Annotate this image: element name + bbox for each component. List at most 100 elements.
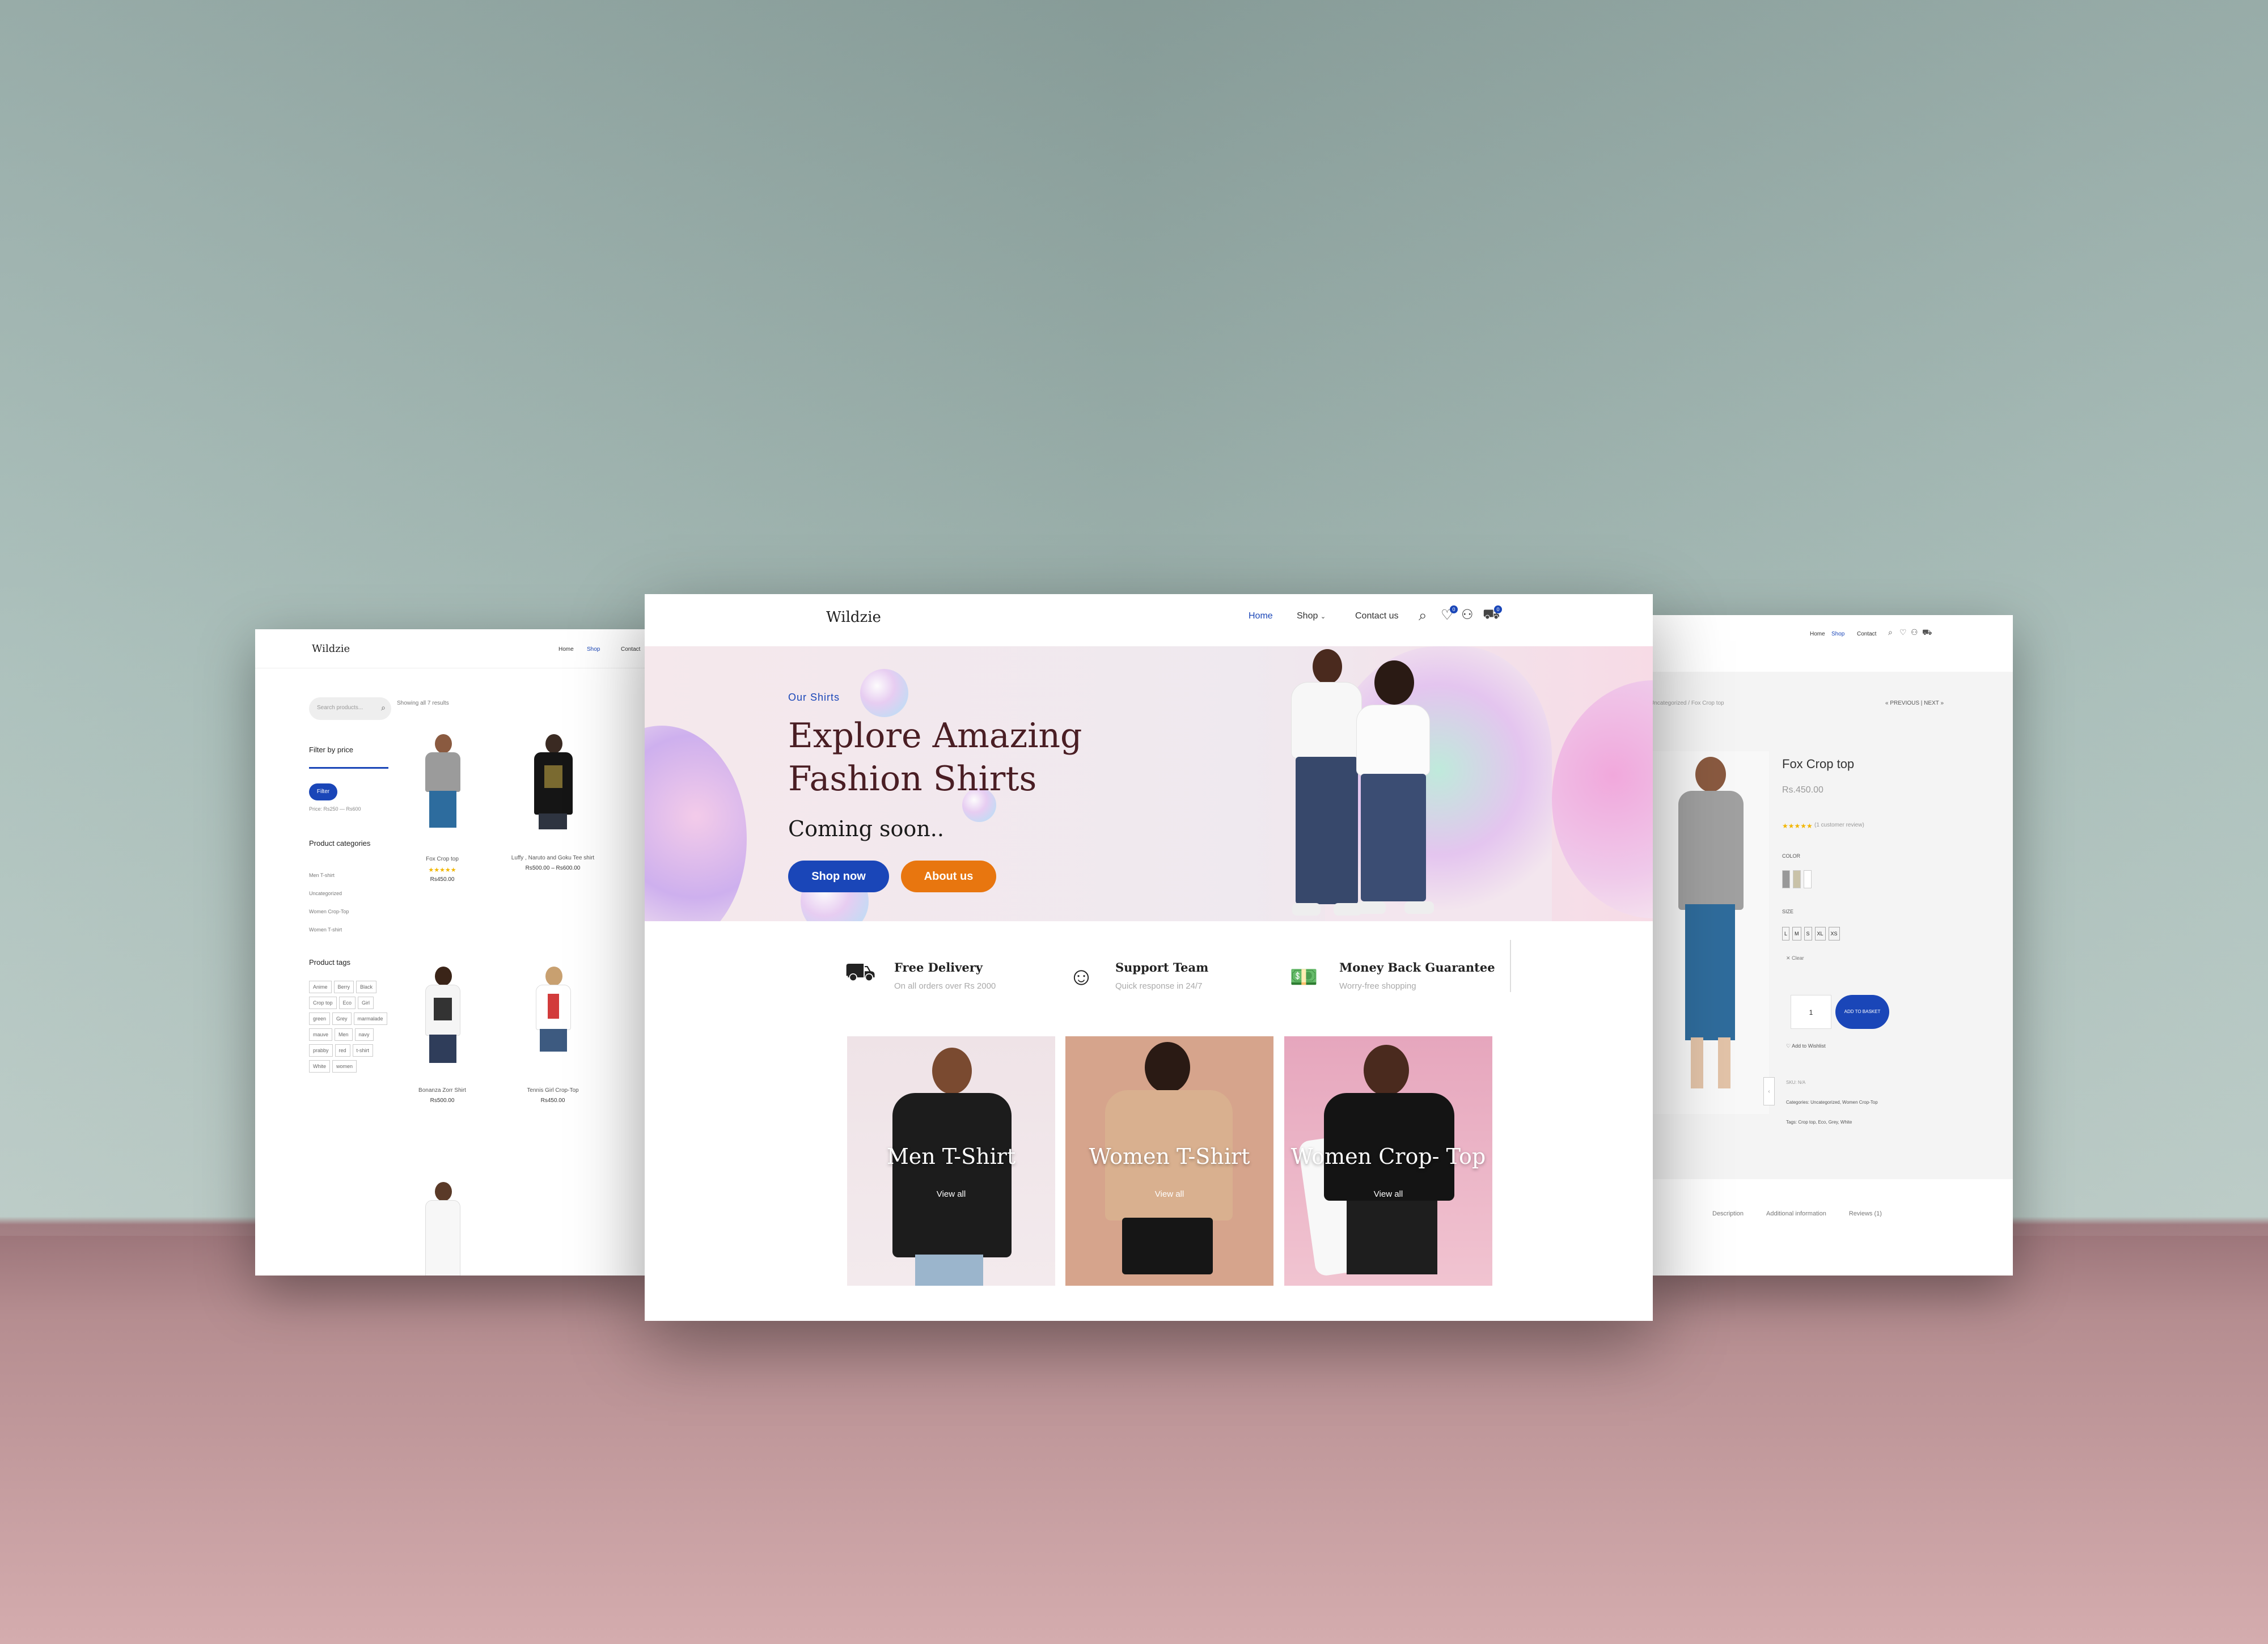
filter-button[interactable]: Filter — [309, 783, 337, 800]
product-image[interactable] — [1644, 751, 1769, 1114]
nav-shop[interactable]: Shop — [587, 646, 600, 652]
result-count: Showing all 7 results — [397, 700, 449, 706]
view-all-link[interactable]: View all — [847, 1189, 1055, 1199]
tag[interactable]: mauve — [309, 1028, 333, 1041]
view-all-link[interactable]: View all — [1065, 1189, 1273, 1199]
quantity-input[interactable]: 1 — [1791, 995, 1831, 1029]
category-item[interactable]: Women T-shirt — [309, 921, 349, 939]
product-image[interactable] — [417, 734, 468, 836]
search-icon[interactable]: ⌕ — [381, 703, 386, 713]
nav-home[interactable]: Home — [1249, 611, 1273, 621]
tag[interactable]: Grey — [332, 1012, 352, 1025]
tag[interactable]: women — [332, 1060, 357, 1073]
product-image[interactable] — [417, 1182, 468, 1276]
color-swatch[interactable] — [1793, 870, 1801, 888]
category-card-men[interactable]: Men T-Shirt View all — [847, 1036, 1055, 1286]
product-categories: Categories: Uncategorized, Women Crop-To… — [1786, 1100, 1878, 1105]
product-image[interactable] — [527, 734, 578, 836]
product-name[interactable]: Bonanza Zorr Shirt — [408, 1087, 476, 1094]
tab-reviews[interactable]: Reviews (1) — [1849, 1210, 1882, 1217]
tags-title: Product tags — [309, 958, 350, 967]
color-swatch[interactable] — [1804, 870, 1812, 888]
add-to-wishlist-link[interactable]: ♡ Add to Wishlist — [1786, 1043, 1826, 1049]
price-slider[interactable] — [309, 767, 388, 769]
tab-description[interactable]: Description — [1712, 1210, 1744, 1217]
tag[interactable]: Crop top — [309, 997, 337, 1009]
hero-title-line: Explore Amazing — [788, 716, 1082, 756]
feature-title: Free Delivery — [894, 960, 983, 974]
nav-home[interactable]: Home — [558, 646, 574, 652]
logo[interactable]: Wildzie — [826, 609, 881, 626]
review-count[interactable]: (1 customer review) — [1814, 822, 1864, 828]
size-option[interactable]: M — [1792, 927, 1801, 940]
nav-contact[interactable]: Contact us — [1355, 611, 1398, 621]
hero-title: Explore Amazing Fashion Shirts — [788, 714, 1082, 800]
shop-page-mockup: Wildzie Home Shop Contact Search product… — [255, 629, 652, 1276]
tag[interactable]: White — [309, 1060, 331, 1073]
product-name[interactable]: Tennis Girl Crop-Top — [510, 1087, 595, 1094]
search-icon[interactable]: ⌕ — [1419, 607, 1427, 625]
add-to-basket-button[interactable]: ADD TO BASKET — [1835, 995, 1889, 1029]
size-option[interactable]: S — [1804, 927, 1812, 940]
nav-contact[interactable]: Contact — [1857, 631, 1876, 637]
nav-shop[interactable]: Shop ⌄ — [1297, 611, 1326, 621]
tag[interactable]: marmalade — [353, 1012, 387, 1025]
price-range: Price: Rs250 — Rs600 — [309, 806, 361, 812]
user-icon[interactable]: ⚇ — [1461, 607, 1474, 623]
tag[interactable]: t-shirt — [352, 1044, 374, 1057]
search-icon[interactable]: ⌕ — [1888, 628, 1893, 637]
wishlist-label: Add to Wishlist — [1792, 1043, 1826, 1049]
tag[interactable]: Eco — [338, 997, 356, 1009]
about-us-button[interactable]: About us — [901, 861, 996, 892]
tag[interactable]: navy — [354, 1028, 374, 1041]
image-nav-left-icon[interactable]: ‹ — [1763, 1077, 1775, 1105]
rating-stars: ★★★★★ — [1782, 822, 1813, 830]
user-icon[interactable]: ⚇ — [1911, 628, 1918, 637]
tag[interactable]: Anime — [309, 981, 332, 993]
product-page-mockup: Home Shop Contact ⌕ ♡ ⚇ ⛟ Uncategorized … — [1644, 615, 2013, 1276]
product-tags: Tags: Crop top, Eco, Grey, White — [1786, 1120, 1852, 1125]
category-item[interactable]: Women Crop-Top — [309, 902, 349, 921]
search-placeholder: Search products... — [317, 705, 363, 711]
tab-additional-information[interactable]: Additional information — [1766, 1210, 1826, 1217]
view-all-link[interactable]: View all — [1284, 1189, 1492, 1199]
divider — [1510, 940, 1511, 992]
product-image[interactable] — [417, 967, 468, 1069]
money-back-icon: 💵 — [1289, 964, 1318, 990]
rating-stars: ★★★★★ — [428, 867, 456, 874]
nav-contact[interactable]: Contact — [621, 646, 640, 652]
clear-link[interactable]: ✕ Clear — [1786, 955, 1804, 961]
search-input[interactable]: Search products... ⌕ — [309, 697, 391, 720]
category-item[interactable]: Men T-shirt — [309, 866, 349, 884]
heart-icon[interactable]: ♡ — [1899, 628, 1907, 637]
feature-title: Support Team — [1115, 960, 1209, 974]
prev-next-links[interactable]: « PREVIOUS | NEXT » — [1885, 700, 1944, 706]
category-card-crop-top[interactable]: Women Crop- Top View all — [1284, 1036, 1492, 1286]
tag[interactable]: prabby — [309, 1044, 333, 1057]
product-image[interactable] — [527, 967, 578, 1069]
category-item[interactable]: Uncategorized — [309, 884, 349, 902]
nav-shop[interactable]: Shop — [1831, 631, 1844, 637]
category-card-women[interactable]: Women T-Shirt View all — [1065, 1036, 1273, 1286]
size-option[interactable]: XL — [1814, 927, 1826, 940]
tag[interactable]: Girl — [358, 997, 374, 1009]
product-tabs: Description Additional information Revie… — [1712, 1210, 1882, 1217]
category-label: Women T-Shirt — [1089, 1144, 1250, 1169]
tag[interactable]: Men — [335, 1028, 353, 1041]
nav-home[interactable]: Home — [1810, 631, 1825, 637]
size-option[interactable]: L — [1782, 927, 1790, 940]
product-name[interactable]: Luffy , Naruto and Goku Tee shirt — [499, 855, 607, 861]
color-swatch[interactable] — [1782, 870, 1790, 888]
tag[interactable]: red — [335, 1044, 350, 1057]
tag[interactable]: Black — [356, 981, 377, 993]
shop-now-button[interactable]: Shop now — [788, 861, 889, 892]
feature-subtitle: On all orders over Rs 2000 — [894, 981, 996, 991]
product-price: Rs500.00 — [430, 1098, 455, 1104]
cart-icon[interactable]: ⛟ — [1922, 628, 1932, 638]
feature-money-back: 💵 Money Back Guarantee Worry-free shoppi… — [1283, 957, 1515, 1008]
product-name[interactable]: Fox Crop top — [408, 856, 476, 862]
size-option[interactable]: XS — [1828, 927, 1840, 940]
tag[interactable]: Berry — [333, 981, 354, 993]
tag[interactable]: green — [309, 1012, 331, 1025]
clear-label: Clear — [1792, 955, 1804, 961]
